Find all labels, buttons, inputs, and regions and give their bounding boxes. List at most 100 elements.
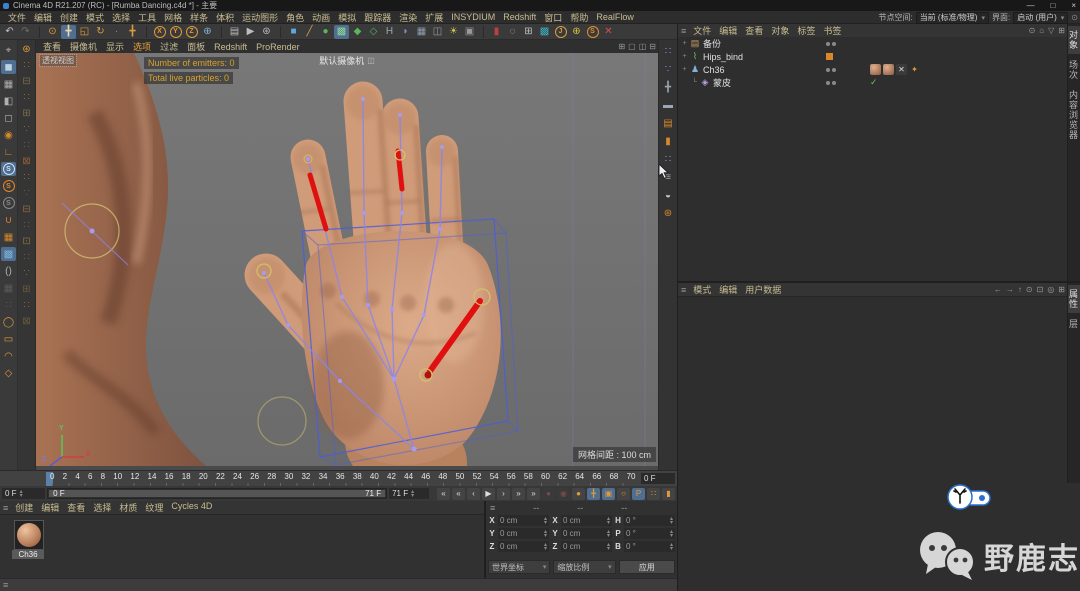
visibility-dot[interactable] xyxy=(826,81,830,85)
snap-gray-icon[interactable]: S xyxy=(1,196,16,210)
field-icon[interactable]: ◗ xyxy=(398,25,413,39)
menubar-item[interactable]: 选择 xyxy=(108,11,134,24)
object-name[interactable]: 备份 xyxy=(701,37,721,50)
qr-plugin-icon[interactable]: ▩ xyxy=(537,25,552,39)
back-arrow-icon[interactable]: ← xyxy=(994,285,1002,294)
menubar-item[interactable]: 运动图形 xyxy=(238,11,282,24)
menubar-item[interactable]: 模拟 xyxy=(334,11,360,24)
coordinate-value-field[interactable]: 0 °▴▾ xyxy=(624,528,675,539)
expand-icon[interactable]: + xyxy=(680,53,689,60)
home-icon[interactable]: ⌂ xyxy=(1039,26,1044,35)
material-manager-menu-item[interactable]: 创建 xyxy=(11,501,37,514)
visibility-toggles[interactable] xyxy=(826,68,836,72)
mesh-tool-icon[interactable]: ⊟ xyxy=(19,202,34,216)
lasso-select-icon[interactable]: ◠ xyxy=(1,349,16,363)
mesh-tool-icon[interactable]: ∷ xyxy=(19,90,34,104)
axis-mode-icon[interactable]: ∟ xyxy=(1,145,16,159)
render-view-icon[interactable]: ▤ xyxy=(227,25,242,39)
lock-x-icon[interactable]: X xyxy=(152,25,167,39)
undo-icon[interactable]: ↶ xyxy=(2,25,17,39)
frame-range-slider[interactable]: 0 F 71 F xyxy=(47,488,387,499)
add-tool-icon[interactable]: ╋ xyxy=(125,25,140,39)
gear-icon[interactable]: ⊛ xyxy=(19,42,34,56)
menubar-item[interactable]: 窗口 xyxy=(540,11,566,24)
record-keyframe-button[interactable]: ● xyxy=(572,488,585,500)
size-mode-select[interactable]: 缩放比例▾ xyxy=(553,560,615,574)
mesh-tool-icon[interactable]: ⊡ xyxy=(19,234,34,248)
render-dot[interactable] xyxy=(832,68,836,72)
stepper-arrows-icon[interactable]: ▴▾ xyxy=(670,543,673,551)
viewport-menu-item[interactable]: ProRender xyxy=(252,42,304,52)
paint-mode-icon[interactable]: ◉ xyxy=(1,128,16,142)
frame-range-bar[interactable]: 0 F 71 F xyxy=(49,490,385,497)
search-icon[interactable]: ⊙ xyxy=(1071,13,1078,22)
stepper-arrows-icon[interactable]: ▴▾ xyxy=(670,530,673,538)
hamburger-icon[interactable]: ≡ xyxy=(3,580,8,590)
coordinate-value-field[interactable]: 0 cm▴▾ xyxy=(561,515,612,526)
move-tool-icon[interactable]: ╋ xyxy=(61,25,76,39)
object-row[interactable]: +▤备份 xyxy=(678,37,1067,50)
forward-arrow-icon[interactable]: → xyxy=(1006,285,1014,294)
menubar-item[interactable]: 渲染 xyxy=(395,11,421,24)
clone-icon[interactable]: ▦ xyxy=(414,25,429,39)
playback-rate-icon[interactable]: ▮ xyxy=(662,488,675,500)
apply-button[interactable]: 应用 xyxy=(619,560,675,574)
visibility-toggles[interactable] xyxy=(826,42,836,46)
polygon-mode-icon[interactable]: ◻ xyxy=(1,111,16,125)
mesh-tool-icon[interactable]: ∷ xyxy=(19,58,34,72)
close-button[interactable]: × xyxy=(1071,1,1076,10)
path-icon[interactable]: ⊞ xyxy=(1058,26,1065,35)
menubar-item[interactable]: INSYDIUM xyxy=(447,12,499,22)
move-view-icon[interactable]: ⊞ xyxy=(618,42,625,51)
maximize-button[interactable]: □ xyxy=(1050,1,1055,10)
coordinate-value-field[interactable]: 0 cm▴▾ xyxy=(498,541,549,552)
record-scale-button[interactable]: ▣ xyxy=(602,488,615,500)
coordinate-system-icon[interactable]: ⊕ xyxy=(200,25,215,39)
menubar-item[interactable]: RealFlow xyxy=(592,12,638,22)
expand-icon[interactable]: + xyxy=(680,66,689,73)
thermometer-icon[interactable]: ▮ xyxy=(489,25,504,39)
stepper-arrows-icon[interactable]: ▴▾ xyxy=(411,490,414,498)
visibility-toggles[interactable] xyxy=(826,81,836,85)
menubar-item[interactable]: 扩展 xyxy=(421,11,447,24)
panel-tab-层[interactable]: 层 xyxy=(1068,315,1080,333)
snap-orange-icon[interactable]: S xyxy=(1,179,16,193)
s-plugin-icon[interactable]: S xyxy=(585,25,600,39)
redo-icon[interactable]: ↷ xyxy=(18,25,33,39)
dashed-circle-icon[interactable]: ◌ xyxy=(505,25,520,39)
hamburger-icon[interactable]: ≡ xyxy=(681,26,686,36)
current-frame-field[interactable]: 0 F▴▾ xyxy=(2,488,45,499)
panel-tab-内容浏览器[interactable]: 内容浏览器 xyxy=(1068,86,1080,144)
stepper-arrows-icon[interactable]: ▴▾ xyxy=(544,517,547,525)
goto-end-button[interactable]: » xyxy=(527,488,540,500)
texture-tag-icon[interactable] xyxy=(870,64,881,75)
next-frame-button[interactable]: › xyxy=(497,488,510,500)
record-pla-button[interactable]: ∷ xyxy=(647,488,660,500)
sound-record-icon[interactable]: ● xyxy=(542,488,555,500)
record-position-button[interactable]: ╋ xyxy=(587,488,600,500)
interface-select[interactable]: 启动 (用户)▾ xyxy=(1013,12,1068,24)
brackets-icon[interactable]: () xyxy=(1,264,16,278)
coordinate-value-field[interactable]: 0 °▴▾ xyxy=(624,541,675,552)
magnet-snap-icon[interactable]: ∪ xyxy=(1,213,16,227)
pen-spline-icon[interactable]: ╱ xyxy=(302,25,317,39)
star-tag-icon[interactable]: ✦ xyxy=(909,64,920,75)
environment-icon[interactable]: ▣ xyxy=(462,25,477,39)
coordinate-system-select[interactable]: 世界坐标▾ xyxy=(488,560,550,574)
render-dot[interactable] xyxy=(832,42,836,46)
object-row[interactable]: +⌇Hips_bind xyxy=(678,50,1067,63)
mesh-tool-icon[interactable]: ⊞ xyxy=(19,106,34,120)
minimize-button[interactable]: — xyxy=(1026,1,1034,10)
layout-view-icon[interactable]: ◫ xyxy=(639,42,647,51)
viewport-menu-item[interactable]: 选项 xyxy=(129,40,155,53)
object-manager-menu-item[interactable]: 文件 xyxy=(689,24,715,37)
mesh-tool-icon[interactable]: ∷ xyxy=(19,250,34,264)
material-manager-menu-item[interactable]: 选择 xyxy=(89,501,115,514)
menubar-item[interactable]: 创建 xyxy=(56,11,82,24)
deformer-icon[interactable]: ◇ xyxy=(366,25,381,39)
stepper-arrows-icon[interactable]: ▴▾ xyxy=(544,530,547,538)
stepper-arrows-icon[interactable]: ▴▾ xyxy=(607,543,610,551)
render-picture-icon[interactable]: ▶ xyxy=(243,25,258,39)
menubar-item[interactable]: Redshift xyxy=(499,12,540,22)
coordinate-value-field[interactable]: 0 cm▴▾ xyxy=(498,515,549,526)
